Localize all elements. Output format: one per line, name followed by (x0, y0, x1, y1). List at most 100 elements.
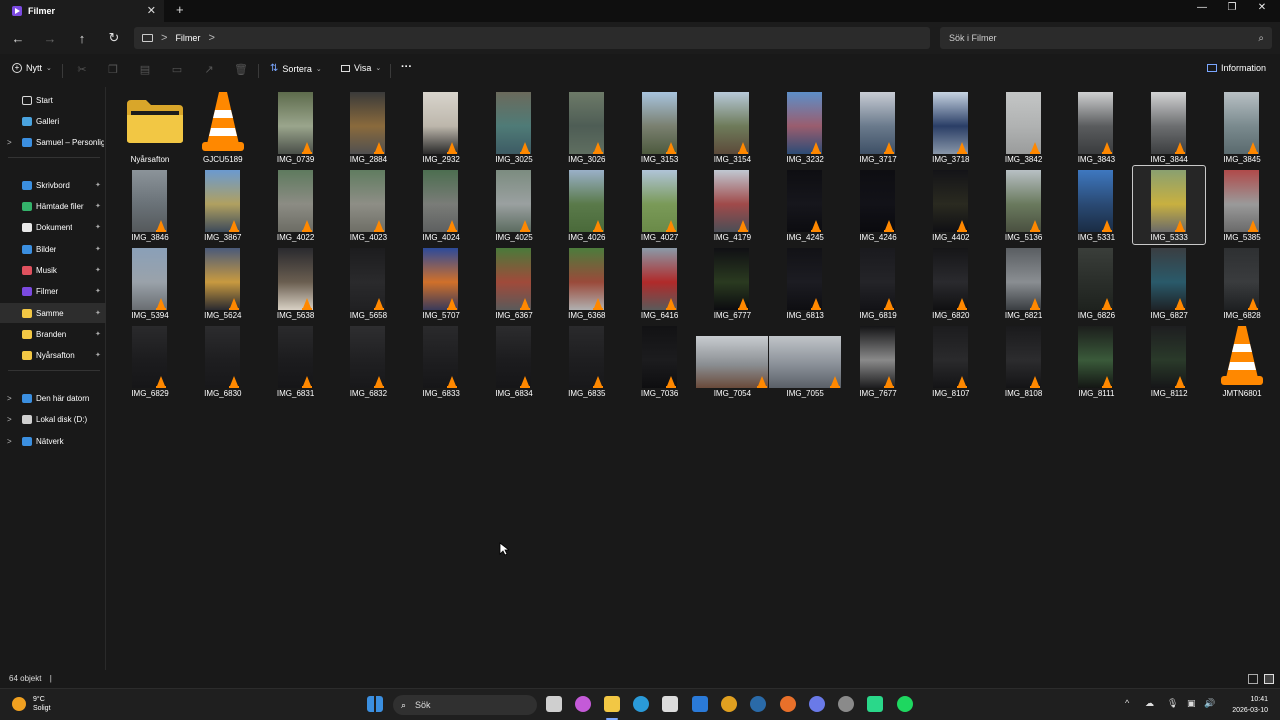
video-file-item[interactable]: IMG_4025 (478, 166, 550, 244)
video-file-item[interactable]: IMG_6833 (405, 322, 477, 400)
close-button[interactable]: ✕ (1252, 2, 1272, 13)
video-file-item[interactable]: IMG_4027 (624, 166, 696, 244)
video-file-item[interactable]: IMG_6777 (696, 244, 768, 322)
back-button[interactable]: ← (8, 28, 28, 48)
video-file-item[interactable]: IMG_2932 (405, 88, 477, 166)
up-button[interactable]: ↑ (72, 28, 92, 48)
video-file-item[interactable]: IMG_3154 (696, 88, 768, 166)
sort-button[interactable]: ⇅ Sortera ⌄ (270, 63, 322, 74)
cut-icon[interactable]: ✂ (75, 63, 89, 77)
new-button[interactable]: + Nytt ⌄ (12, 63, 52, 73)
sidebar-item[interactable]: Bilder ✦ (0, 239, 106, 259)
video-file-item[interactable]: IMG_6830 (187, 322, 259, 400)
video-file-item[interactable]: IMG_6832 (332, 322, 404, 400)
edge-icon[interactable] (633, 696, 649, 712)
video-file-item[interactable]: IMG_8111 (1060, 322, 1132, 400)
chevron-right-icon[interactable]: > (208, 32, 214, 44)
video-file-item[interactable]: IMG_4179 (696, 166, 768, 244)
video-file-item[interactable]: IMG_7055 (769, 322, 842, 400)
video-file-item[interactable]: IMG_6834 (478, 322, 550, 400)
video-file-item[interactable]: IMG_3026 (551, 88, 623, 166)
view-button[interactable]: Visa ⌄ (341, 63, 381, 73)
new-tab-button[interactable]: + (176, 2, 184, 17)
video-file-item[interactable]: IMG_6416 (624, 244, 696, 322)
copilot-icon[interactable] (575, 696, 591, 712)
store-icon[interactable] (662, 696, 678, 712)
video-file-item[interactable]: IMG_2884 (332, 88, 404, 166)
video-file-item[interactable]: IMG_3843 (1060, 88, 1132, 166)
video-file-item[interactable]: IMG_5638 (260, 244, 332, 322)
sidebar-item[interactable]: Hämtade filer ✦ (0, 196, 106, 216)
maximize-button[interactable]: ❐ (1222, 2, 1242, 13)
file-explorer-icon[interactable] (604, 696, 620, 712)
video-file-item[interactable]: IMG_6828 (1206, 244, 1278, 322)
video-file-item[interactable]: IMG_3842 (988, 88, 1060, 166)
video-file-item[interactable]: IMG_5658 (332, 244, 404, 322)
chevron-right-icon[interactable]: > (161, 32, 167, 44)
sidebar-item[interactable]: Samme ✦ (0, 303, 106, 323)
sidebar-item[interactable]: Nyårsafton ✦ (0, 345, 106, 365)
video-file-item[interactable]: GJCU5189 (187, 88, 259, 166)
video-file-item[interactable]: IMG_6813 (769, 244, 841, 322)
taskbar-search-input[interactable]: ⌕ Sök (393, 695, 537, 715)
video-file-item[interactable]: IMG_6827 (1133, 244, 1205, 322)
address-bar[interactable]: > Filmer > (134, 27, 930, 49)
taskview-icon[interactable] (546, 696, 562, 712)
tray-overflow-icon[interactable]: ^ (1125, 698, 1129, 708)
video-file-item[interactable]: IMG_6826 (1060, 244, 1132, 322)
video-file-item[interactable]: IMG_3232 (769, 88, 841, 166)
app-icon[interactable] (838, 696, 854, 712)
video-file-item[interactable]: IMG_8107 (915, 322, 987, 400)
video-file-item[interactable]: IMG_7677 (842, 322, 914, 400)
video-file-item[interactable]: IMG_6835 (551, 322, 623, 400)
chevron-right-icon[interactable]: > (7, 138, 12, 147)
sidebar-item[interactable]: Galleri (0, 111, 106, 131)
video-file-item[interactable]: IMG_3025 (478, 88, 550, 166)
video-file-item[interactable]: IMG_6820 (915, 244, 987, 322)
video-file-item[interactable]: IMG_6821 (988, 244, 1060, 322)
share-icon[interactable]: ↗ (202, 63, 216, 77)
sidebar-item[interactable]: > Lokal disk (D:) (0, 409, 106, 429)
steam-icon[interactable] (750, 696, 766, 712)
video-file-item[interactable]: JMTN6801 (1206, 322, 1278, 400)
details-view-button[interactable] (1248, 674, 1258, 684)
discord-icon[interactable] (809, 696, 825, 712)
sidebar-item[interactable]: Filmer ✦ (0, 281, 106, 301)
video-file-item[interactable]: IMG_3845 (1206, 88, 1278, 166)
video-file-item[interactable]: IMG_3846 (114, 166, 186, 244)
minimize-button[interactable]: — (1192, 2, 1212, 13)
chevron-right-icon[interactable]: > (7, 415, 12, 424)
video-file-item[interactable]: IMG_7054 (696, 322, 769, 400)
folder-item[interactable]: Nyårsafton (114, 88, 186, 166)
sidebar-item[interactable]: Skrivbord ✦ (0, 175, 106, 195)
large-icons-view-button[interactable] (1264, 674, 1274, 684)
firefox-icon[interactable] (780, 696, 796, 712)
video-file-item[interactable]: IMG_6829 (114, 322, 186, 400)
tab-close-icon[interactable]: ✕ (147, 4, 156, 17)
video-file-item[interactable]: IMG_8112 (1133, 322, 1205, 400)
sidebar-item[interactable]: Branden ✦ (0, 324, 106, 344)
tab-filmer[interactable]: Filmer ✕ (0, 0, 164, 22)
chevron-right-icon[interactable]: > (7, 437, 12, 446)
volume-icon[interactable]: 🔊 (1204, 698, 1215, 709)
video-file-item[interactable]: IMG_5331 (1060, 166, 1132, 244)
video-file-item[interactable]: IMG_5624 (187, 244, 259, 322)
video-file-item[interactable]: IMG_6831 (260, 322, 332, 400)
video-file-item[interactable]: IMG_6819 (842, 244, 914, 322)
video-file-item[interactable]: IMG_0739 (260, 88, 332, 166)
start-icon[interactable] (367, 696, 383, 712)
breadcrumb[interactable]: Filmer (175, 33, 200, 43)
sidebar-item[interactable]: > Nätverk (0, 431, 106, 451)
video-file-item[interactable]: IMG_7036 (624, 322, 696, 400)
refresh-button[interactable]: ↻ (104, 28, 124, 48)
video-file-item[interactable]: IMG_3153 (624, 88, 696, 166)
copy-icon[interactable]: ❐ (106, 63, 120, 77)
video-file-item[interactable]: IMG_4026 (551, 166, 623, 244)
information-button[interactable]: Information (1207, 63, 1266, 73)
video-file-item[interactable]: IMG_6368 (551, 244, 623, 322)
more-options-button[interactable]: ··· (401, 61, 412, 73)
video-file-item[interactable]: IMG_4402 (915, 166, 987, 244)
outlook-icon[interactable] (692, 696, 708, 712)
wifi-icon[interactable]: ▣ (1187, 698, 1196, 709)
video-file-item[interactable]: IMG_5385 (1206, 166, 1278, 244)
